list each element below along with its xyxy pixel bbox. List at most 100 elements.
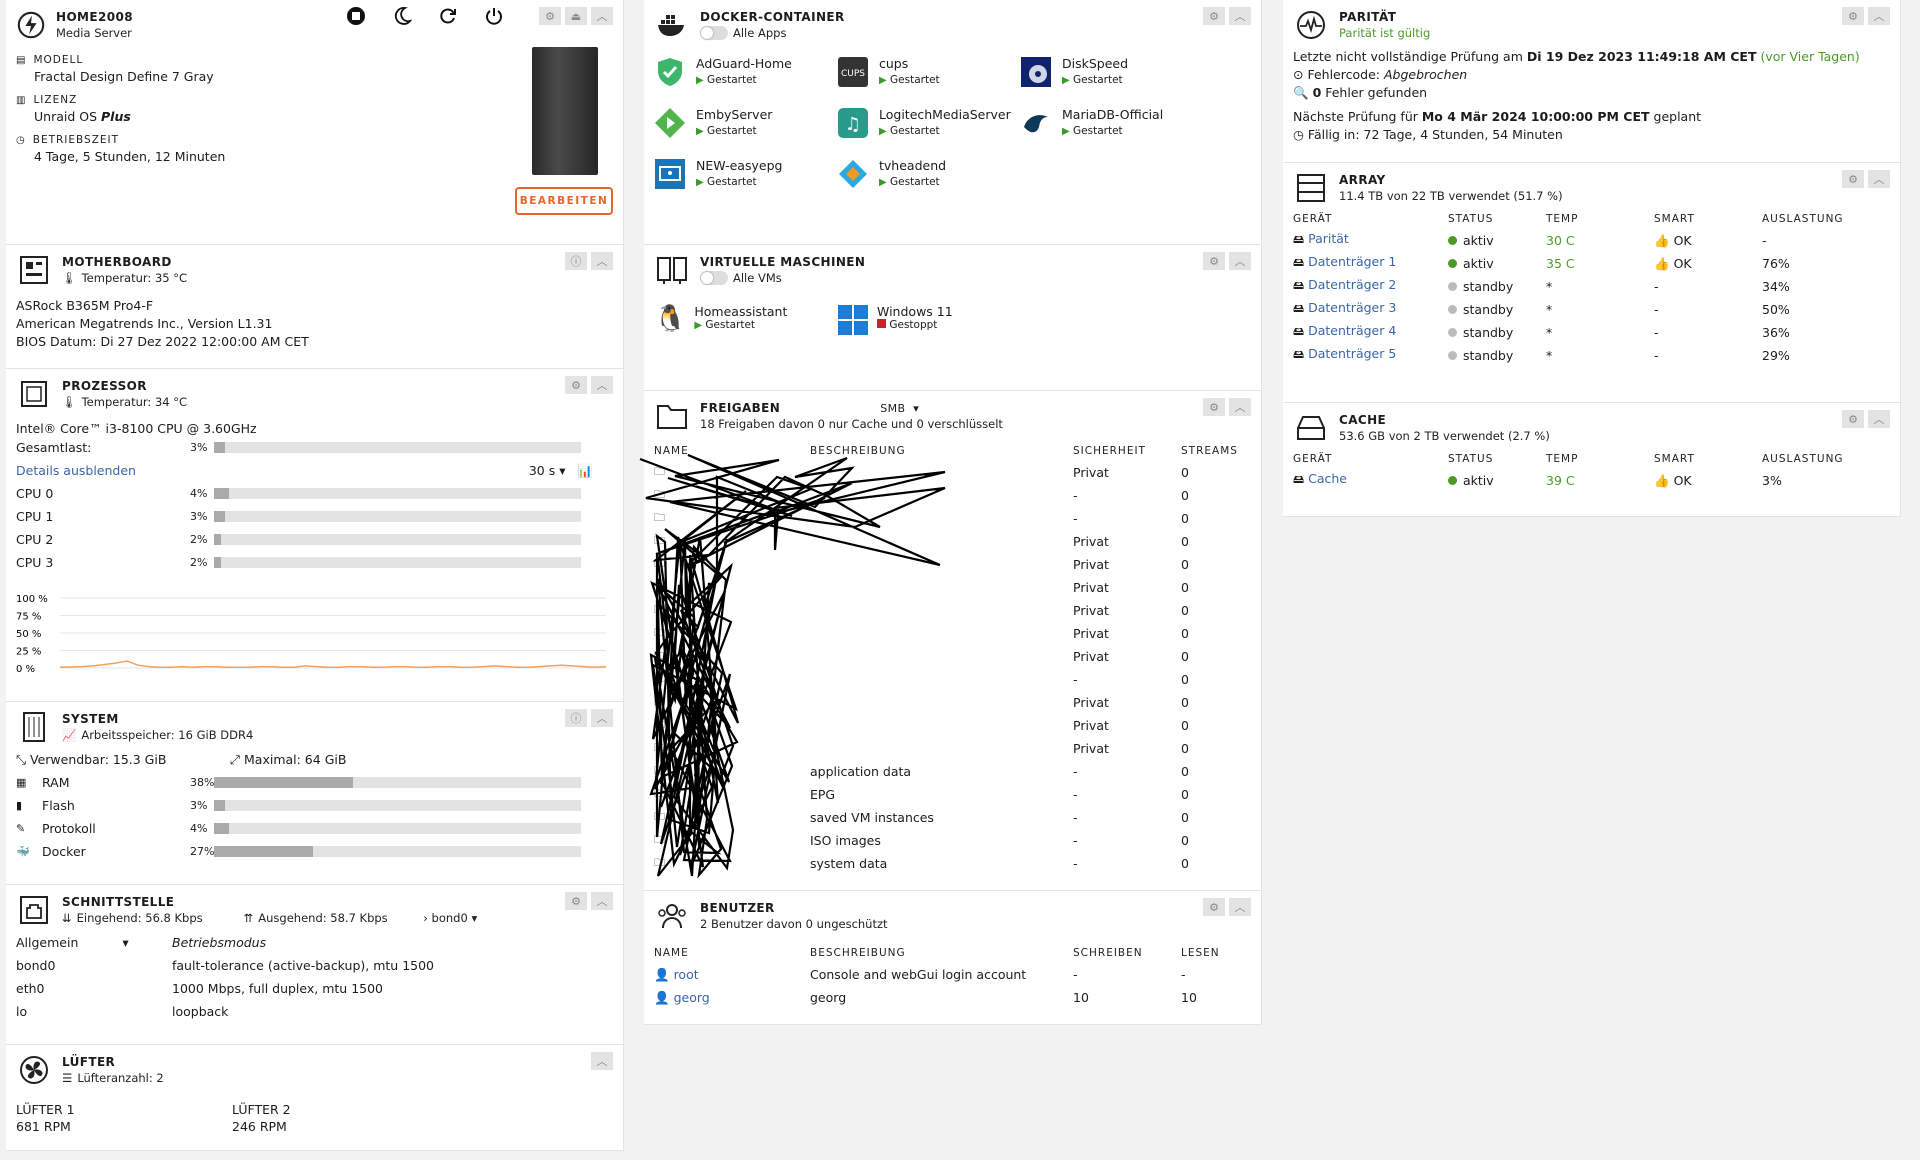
shutdown-power-icon[interactable] [484,6,504,29]
status-dot-icon [1448,328,1457,337]
cpu-core-bar [214,511,581,522]
reboot-icon[interactable] [438,6,458,29]
settings-gear-icon[interactable]: ⚙ [1203,398,1225,416]
play-icon: ▶ [879,75,887,86]
disk-name[interactable]: Datenträger 2 [1308,277,1396,292]
docker-tile: DOCKER-CONTAINER Alle Apps ⚙ ︿ AdGuard-Hom… [644,0,1262,245]
disk-name[interactable]: Cache [1308,471,1347,486]
collapse-chevron-icon[interactable]: ︿ [591,376,613,394]
disk-name[interactable]: Datenträger 3 [1308,300,1396,315]
disk-name[interactable]: Datenträger 4 [1308,323,1396,338]
disk-row[interactable]: 🖴 Datenträger 3 standby * - 50% [1293,298,1891,321]
all-vms-label: Alle VMs [733,271,782,285]
docker-app[interactable]: EmbyServer ▶ Gestartet [654,107,837,142]
settings-gear-icon[interactable]: ⚙ [1842,7,1864,25]
collapse-chevron-icon[interactable]: ︿ [1868,7,1890,25]
interface-select[interactable]: › bond0 ▾ [423,911,477,925]
settings-gear-icon[interactable]: ⚙ [1203,252,1225,270]
settings-gear-icon[interactable]: ⚙ [565,892,587,910]
collapse-chevron-icon[interactable]: ︿ [591,7,613,25]
cpu-core-name: CPU 3 [16,555,54,570]
disk-temp: * [1546,302,1553,317]
docker-app[interactable]: DiskSpeed ▶ Gestartet [1020,56,1203,91]
disk-row[interactable]: 🖴 Datenträger 2 standby * - 34% [1293,275,1891,298]
user-read: 10 [1181,990,1197,1005]
uptime-value: 4 Tage, 5 Stunden, 12 Minuten [34,149,226,164]
all-apps-toggle[interactable] [700,26,728,40]
usage-name: Docker [42,844,86,859]
system-memory-icon [16,710,52,744]
stop-array-icon[interactable] [346,6,366,29]
graph-tick-label: 0 % [16,664,35,675]
play-icon: ▶ [879,126,887,137]
cpu-core-bar [214,488,581,499]
info-icon[interactable]: ⓘ [565,709,587,727]
user-name[interactable]: root [674,967,699,982]
target-icon: ⊙ [1293,67,1304,82]
settings-gear-icon[interactable]: ⚙ [565,376,587,394]
collapse-chevron-icon[interactable]: ︿ [1229,252,1251,270]
mode-select[interactable]: Allgemein ▾ [16,935,172,950]
system-title: SYSTEM [62,712,119,726]
disk-usage: 76% [1762,256,1790,271]
disk-smart: - [1654,302,1659,317]
details-toggle-link[interactable]: Details ausblenden [16,463,136,478]
info-icon[interactable]: ⓘ [565,252,587,270]
fans-title: LÜFTER [62,1055,116,1069]
disk-name[interactable]: Parität [1308,231,1349,246]
disk-row[interactable]: 🖴 Datenträger 5 standby * - 29% [1293,344,1891,367]
docker-app[interactable]: ♫ LogitechMediaServer ▶ Gestartet [837,107,1020,142]
cache-drive-icon [1293,411,1329,445]
fan-name: LÜFTER 1 [16,1102,75,1117]
docker-app-status: ▶ Gestartet [696,125,757,137]
settings-gear-icon[interactable]: ⚙ [1203,7,1225,25]
all-apps-label: Alle Apps [733,26,787,40]
user-row[interactable]: 👤 georg georg 10 10 [654,986,1252,1009]
vm-windows-11[interactable]: Windows 11 Gestoppt [837,304,1020,339]
disk-row[interactable]: 🖴 Cache aktiv 39 C 👍 OK 3% [1293,469,1891,492]
interface-mode: loopback [172,1004,229,1019]
settings-gear-icon[interactable]: ⚙ [539,7,561,25]
sleep-moon-icon[interactable] [392,6,413,29]
disk-name[interactable]: Datenträger 1 [1308,254,1396,269]
fan-list: LÜFTER 1 681 RPM LÜFTER 2 246 RPM [16,1101,613,1135]
settings-gear-icon[interactable]: ⚙ [1842,170,1864,188]
share-streams: 0 [1181,488,1189,503]
chart-icon[interactable]: 📊 [577,463,593,478]
collapse-chevron-icon[interactable]: ︿ [1229,898,1251,916]
docker-app[interactable]: AdGuard-Home ▶ Gestartet [654,56,837,91]
settings-gear-icon[interactable]: ⚙ [1203,898,1225,916]
system-usage-row: 🐳 Docker 27% [16,840,613,863]
collapse-chevron-icon[interactable]: ︿ [1868,410,1890,428]
interval-select[interactable]: 30 s ▾ [529,463,566,478]
share-streams: 0 [1181,695,1189,710]
collapse-chevron-icon[interactable]: ︿ [1229,7,1251,25]
user-name[interactable]: georg [674,990,710,1005]
eject-icon[interactable]: ⏏ [565,7,587,25]
thermometer-icon: 🌡 [62,271,77,285]
edit-button[interactable]: BEARBEITEN [515,187,613,215]
disk-row[interactable]: 🖴 Parität aktiv 30 C 👍 OK - [1293,229,1891,252]
protocol-select[interactable]: SMB ▾ [880,402,919,415]
user-row[interactable]: 👤 root Console and webGui login account - - [654,963,1252,986]
vm-homeassistant[interactable]: 🐧 Homeassistant ▶ Gestartet [654,304,837,339]
docker-app[interactable]: tvheadend ▶ Gestartet [837,158,1020,193]
collapse-chevron-icon[interactable]: ︿ [591,252,613,270]
log-icon: ✎ [16,822,26,835]
collapse-chevron-icon[interactable]: ︿ [591,1052,613,1070]
collapse-chevron-icon[interactable]: ︿ [1868,170,1890,188]
hard-drive-icon: 🖴 [1293,325,1305,338]
all-vms-toggle[interactable] [700,271,728,285]
docker-app[interactable]: MariaDB-Official ▶ Gestartet [1020,107,1203,142]
settings-gear-icon[interactable]: ⚙ [1842,410,1864,428]
cpu-core-name: CPU 2 [16,532,54,547]
docker-app[interactable]: CUPS cups ▶ Gestartet [837,56,1020,91]
collapse-chevron-icon[interactable]: ︿ [591,892,613,910]
disk-name[interactable]: Datenträger 5 [1308,346,1396,361]
docker-app[interactable]: NEW-easyepg ▶ Gestartet [654,158,837,193]
disk-row[interactable]: 🖴 Datenträger 4 standby * - 36% [1293,321,1891,344]
collapse-chevron-icon[interactable]: ︿ [591,709,613,727]
disk-row[interactable]: 🖴 Datenträger 1 aktiv 35 C 👍 OK 76% [1293,252,1891,275]
cpu-core-row: CPU 2 2% [16,528,613,551]
collapse-chevron-icon[interactable]: ︿ [1229,398,1251,416]
